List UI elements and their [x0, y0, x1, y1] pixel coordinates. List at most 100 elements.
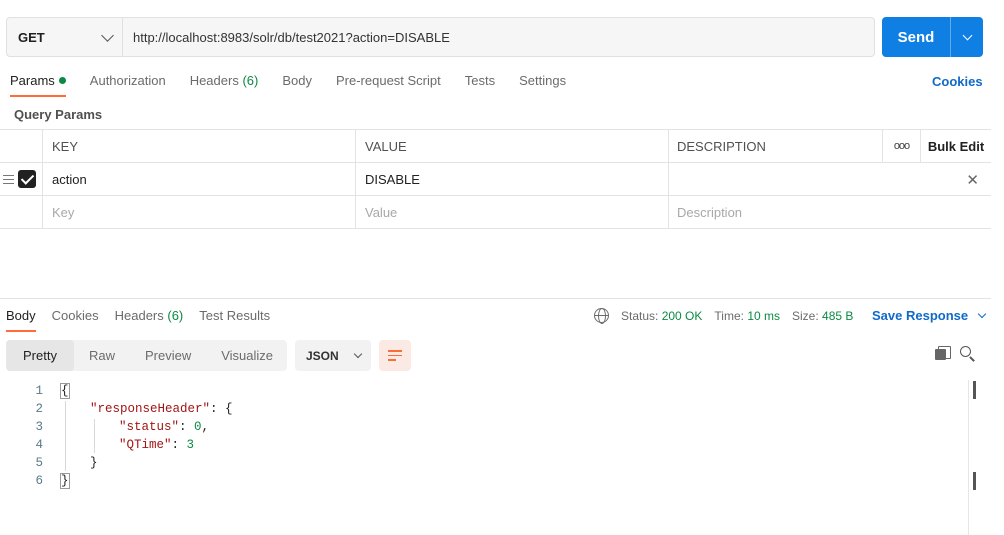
line-number: 4 — [35, 438, 43, 452]
headers-count: (6) — [167, 308, 184, 323]
code-line: 2 "responseHeader": { — [0, 400, 233, 418]
response-status: Status: 200 OK Time: 10 ms Size: 485 B — [594, 308, 853, 324]
code-line: 4 "QTime": 3 — [0, 436, 233, 454]
code-text: } — [90, 456, 98, 470]
more-dots-icon: ooo — [893, 140, 910, 152]
request-bar: GET http://localhost:8983/solr/db/test20… — [6, 17, 875, 57]
tab-pretty[interactable]: Pretty — [6, 340, 74, 371]
json-punct: : — [171, 438, 187, 452]
more-options-button[interactable]: ooo — [883, 130, 921, 162]
json-number: 0 — [194, 420, 202, 434]
wrap-lines-button[interactable] — [379, 340, 411, 371]
close-icon[interactable]: ✕ — [966, 171, 979, 189]
wrap-icon — [388, 350, 402, 352]
format-tabs: Pretty Raw Preview Visualize — [6, 340, 287, 371]
json-key: "QTime" — [119, 438, 172, 452]
chevron-down-icon — [101, 28, 114, 42]
row-controls — [0, 196, 43, 228]
header-key: KEY — [43, 130, 356, 162]
row-controls — [0, 163, 43, 195]
json-punct: : { — [210, 402, 233, 416]
code-line: 3 "status": 0, — [0, 418, 233, 436]
code-line: 6 } — [0, 472, 233, 490]
response-body-code[interactable]: 1 { 2 "responseHeader": { 3 "status": 0,… — [0, 382, 233, 490]
bulk-edit-button[interactable]: Bulk Edit — [921, 130, 991, 162]
new-description-input[interactable]: Description — [669, 196, 991, 228]
tab-preview[interactable]: Preview — [130, 340, 206, 371]
code-text: "responseHeader": { — [90, 402, 233, 416]
param-description-input[interactable]: ✕ — [669, 163, 991, 195]
new-key-input[interactable]: Key — [43, 196, 356, 228]
tab-headers[interactable]: Headers (6) — [190, 73, 259, 97]
drag-handle-icon[interactable] — [3, 174, 14, 184]
json-punct: : — [179, 420, 195, 434]
param-key-input[interactable]: action — [43, 163, 356, 195]
table-row-empty: Key Value Description — [0, 196, 991, 229]
code-text: "status": 0, — [119, 420, 209, 434]
json-punct: , — [201, 420, 210, 434]
divider[interactable] — [0, 298, 991, 299]
json-key: "responseHeader" — [90, 402, 211, 416]
active-dot-icon — [58, 77, 66, 84]
tab-raw[interactable]: Raw — [74, 340, 130, 371]
code-scrollbar-track[interactable] — [968, 380, 969, 535]
json-key: "status" — [119, 420, 180, 434]
scrollbar-thumb[interactable] — [973, 381, 976, 399]
param-value-input[interactable]: DISABLE — [356, 163, 669, 195]
globe-icon[interactable] — [594, 308, 609, 324]
time-label: Time: — [714, 308, 744, 323]
tab-authorization[interactable]: Authorization — [90, 73, 166, 97]
tab-tests[interactable]: Tests — [465, 73, 495, 97]
status-value[interactable]: 200 OK — [662, 309, 703, 323]
size-label: Size: — [792, 308, 819, 323]
line-number: 5 — [35, 456, 43, 470]
header-cell-handle — [0, 130, 43, 162]
line-number: 6 — [35, 474, 43, 488]
table-row: action DISABLE ✕ — [0, 163, 991, 196]
method-label: GET — [18, 29, 45, 45]
line-number: 1 — [35, 384, 43, 398]
header-description: DESCRIPTION — [669, 130, 883, 162]
tab-label: Headers — [114, 308, 164, 323]
method-select[interactable]: GET — [7, 18, 123, 56]
size-value[interactable]: 485 B — [822, 309, 853, 323]
tab-visualize[interactable]: Visualize — [206, 340, 288, 371]
status-label: Status: — [621, 308, 659, 323]
tab-response-cookies[interactable]: Cookies — [52, 308, 99, 332]
cookies-link[interactable]: Cookies — [932, 74, 983, 89]
format-select-value: JSON — [306, 348, 339, 363]
table-header-row: KEY VALUE DESCRIPTION ooo Bulk Edit — [0, 130, 991, 163]
url-input[interactable]: http://localhost:8983/solr/db/test2021?a… — [123, 30, 450, 45]
copy-icon[interactable] — [935, 346, 951, 361]
code-line: 1 { — [0, 382, 233, 400]
header-value: VALUE — [356, 130, 669, 162]
headers-count: (6) — [242, 73, 259, 88]
tab-label: Headers — [189, 73, 239, 88]
time-value[interactable]: 10 ms — [747, 309, 780, 323]
tab-params[interactable]: Params — [10, 73, 66, 97]
tab-settings[interactable]: Settings — [519, 73, 566, 97]
new-value-input[interactable]: Value — [356, 196, 669, 228]
tab-response-body[interactable]: Body — [6, 308, 36, 332]
format-select[interactable]: JSON — [295, 340, 371, 371]
search-icon[interactable] — [960, 346, 975, 361]
response-tabs: Body Cookies Headers (6) Test Results — [6, 308, 286, 333]
tab-body[interactable]: Body — [282, 73, 312, 97]
tab-response-headers[interactable]: Headers (6) — [115, 308, 184, 332]
code-text: { — [60, 383, 70, 399]
line-number: 2 — [35, 402, 43, 416]
tab-label: Params — [10, 73, 55, 88]
code-text: "QTime": 3 — [119, 438, 194, 452]
chevron-down-icon — [962, 30, 972, 40]
row-checkbox[interactable] — [18, 170, 36, 188]
scrollbar-thumb[interactable] — [973, 472, 976, 490]
tab-test-results[interactable]: Test Results — [199, 308, 270, 332]
send-label: Send — [897, 28, 935, 46]
send-options-button[interactable] — [951, 30, 983, 40]
code-line: 5 } — [0, 454, 233, 472]
request-tabs: Params Authorization Headers (6) Body Pr… — [10, 73, 590, 97]
tab-pre-request-script[interactable]: Pre-request Script — [336, 73, 441, 97]
code-text: } — [60, 473, 70, 489]
send-button[interactable]: Send — [882, 17, 983, 57]
save-response-button[interactable]: Save Response — [872, 308, 987, 323]
